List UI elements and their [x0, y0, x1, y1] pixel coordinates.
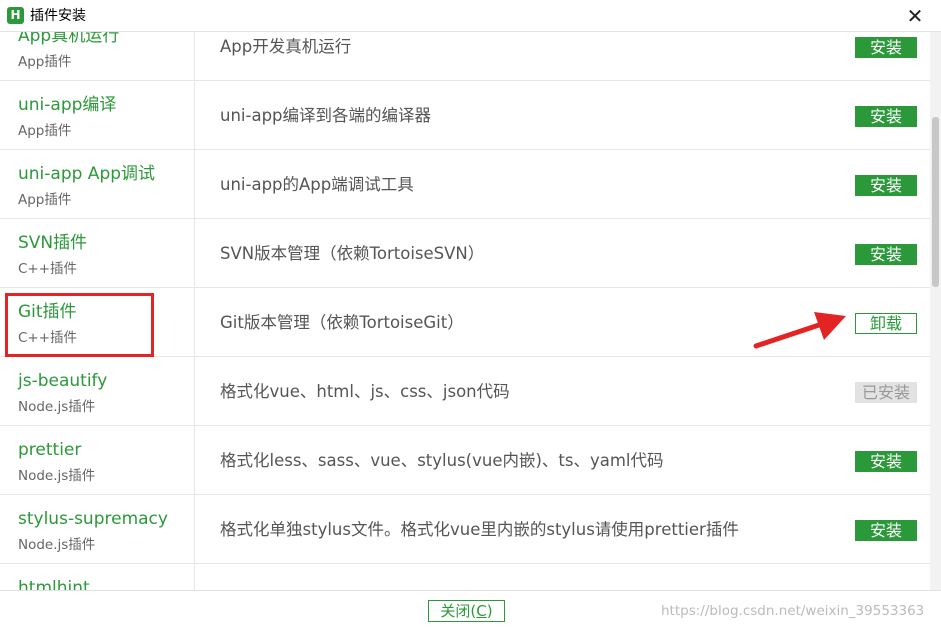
install-button[interactable]: 安装 [855, 520, 917, 541]
install-button[interactable]: 安装 [855, 37, 917, 58]
plugin-type: C++插件 [18, 330, 78, 346]
plugin-name-cell: uni-app编译 App插件 [0, 81, 195, 149]
plugin-description: App开发真机运行 [220, 37, 352, 56]
scrollbar-thumb[interactable] [932, 117, 939, 287]
plugin-name: js-beautify [18, 371, 108, 391]
plugin-row: Git插件 C++插件 Git版本管理（依赖TortoiseGit） 卸载 [0, 288, 930, 357]
plugin-name-cell: js-beautify Node.js插件 [0, 357, 195, 425]
plugin-description: 格式化vue、html、js、css、json代码 [220, 382, 510, 401]
plugin-name-cell: App真机运行 App插件 [0, 32, 195, 80]
plugin-name-cell: uni-app App调试 App插件 [0, 150, 195, 218]
plugin-row: App真机运行 App插件 App开发真机运行 安装 [0, 32, 930, 81]
plugin-name-cell: htmlhint [0, 564, 195, 590]
plugin-row: htmlhint [0, 564, 930, 590]
plugin-description: Git版本管理（依赖TortoiseGit） [220, 313, 464, 332]
plugin-row: SVN插件 C++插件 SVN版本管理（依赖TortoiseSVN） 安装 [0, 219, 930, 288]
close-dialog-button[interactable]: 关闭(C) [428, 600, 505, 622]
vertical-scrollbar[interactable] [930, 32, 941, 590]
hbuilder-logo-icon: H [7, 7, 24, 24]
plugin-description: 格式化单独stylus文件。格式化vue里内嵌的stylus请使用prettie… [220, 520, 739, 539]
watermark-text: https://blog.csdn.net/weixin_39553363 [661, 603, 925, 619]
install-button[interactable]: 安装 [855, 451, 917, 472]
plugin-name: uni-app编译 [18, 95, 117, 115]
install-button[interactable]: 安装 [855, 106, 917, 127]
plugin-list-viewport: App真机运行 App插件 App开发真机运行 安装 uni-app编译 App插件 uni… [0, 32, 930, 590]
plugin-type: App插件 [18, 192, 72, 208]
plugin-name: SVN插件 [18, 233, 88, 253]
plugin-description: uni-app的App端调试工具 [220, 175, 414, 194]
plugin-type: Node.js插件 [18, 468, 96, 484]
plugin-row: uni-app编译 App插件 uni-app编译到各端的编译器 安装 [0, 81, 930, 150]
plugin-name-cell: stylus-supremacy Node.js插件 [0, 495, 195, 563]
plugin-name: App真机运行 [18, 32, 120, 46]
plugin-name-cell: Git插件 C++插件 [0, 288, 195, 356]
plugin-name-cell: SVN插件 C++插件 [0, 219, 195, 287]
title-bar: H 插件安装 ✕ [0, 0, 941, 32]
plugin-type: App插件 [18, 54, 72, 70]
plugin-description: SVN版本管理（依赖TortoiseSVN） [220, 244, 485, 263]
plugin-type: Node.js插件 [18, 537, 96, 553]
plugin-type: C++插件 [18, 261, 78, 277]
uninstall-button[interactable]: 卸载 [855, 313, 917, 334]
plugin-row: stylus-supremacy Node.js插件 格式化单独stylus文件。格… [0, 495, 930, 564]
window-close-icon[interactable]: ✕ [903, 4, 927, 28]
window-title: 插件安装 [30, 8, 86, 24]
plugin-list: App真机运行 App插件 App开发真机运行 安装 uni-app编译 App插件 uni… [0, 32, 930, 590]
plugin-name: prettier [18, 440, 82, 460]
plugin-name: uni-app App调试 [18, 164, 156, 184]
plugin-type: Node.js插件 [18, 399, 96, 415]
dialog-footer: 关闭(C) https://blog.csdn.net/weixin_39553… [0, 590, 941, 630]
plugin-description: uni-app编译到各端的编译器 [220, 106, 432, 125]
plugin-name: stylus-supremacy [18, 509, 168, 529]
plugin-name-cell: prettier Node.js插件 [0, 426, 195, 494]
plugin-type: App插件 [18, 123, 72, 139]
install-button[interactable]: 安装 [855, 175, 917, 196]
installed-badge: 已安装 [855, 382, 917, 403]
install-button[interactable]: 安装 [855, 244, 917, 265]
plugin-row: js-beautify Node.js插件 格式化vue、html、js、css、j… [0, 357, 930, 426]
close-button-label: 关闭 [440, 602, 471, 620]
plugin-name: htmlhint [18, 578, 90, 590]
close-shortcut-key: C [476, 602, 487, 620]
plugin-name: Git插件 [18, 302, 77, 322]
plugin-row: prettier Node.js插件 格式化less、sass、vue、stylus… [0, 426, 930, 495]
plugin-row: uni-app App调试 App插件 uni-app的App端调试工具 安装 [0, 150, 930, 219]
plugin-description: 格式化less、sass、vue、stylus(vue内嵌)、ts、yaml代码 [220, 451, 664, 470]
